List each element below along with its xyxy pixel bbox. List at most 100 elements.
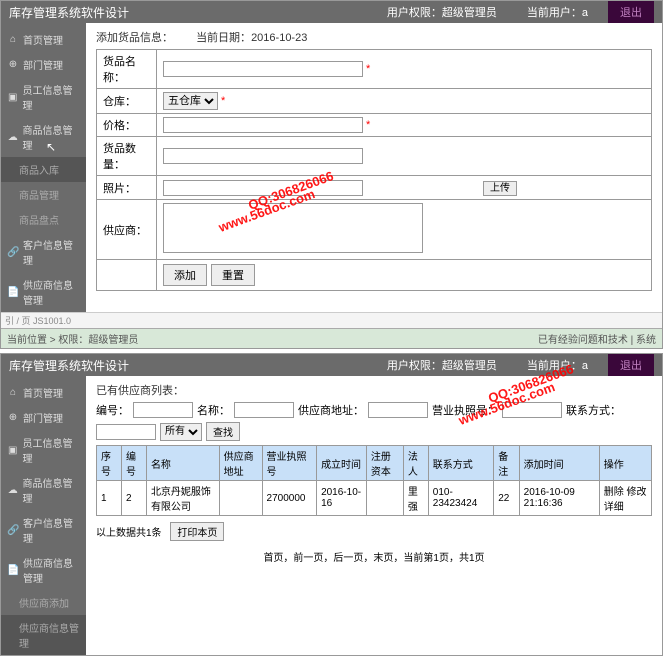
document-icon: 📄: [7, 287, 19, 298]
input-price[interactable]: [163, 117, 363, 133]
select-warehouse[interactable]: 五仓库: [163, 92, 218, 110]
sidebar-item-label: 商品管理: [19, 187, 59, 202]
sidebar-item-label: 首页管理: [23, 32, 63, 47]
sidebar-item-label: 供应商信息管理: [23, 277, 80, 307]
cell-name: 北京丹妮服饰有限公司: [146, 481, 219, 516]
permission-label: 用户权限：超级管理员: [387, 357, 497, 373]
sidebar-item-label: 商品盘点: [19, 212, 59, 227]
search-bar: 编号： 名称： 供应商地址： 营业执照号： 联系方式： 所有 查找: [96, 402, 652, 441]
cell-addtime: 2016-10-09 21:16:36: [519, 481, 599, 516]
cell-no: 2: [121, 481, 146, 516]
status-bar: 引 / 页 JS1001.0: [1, 312, 662, 328]
current-user-label: 当前用户：a: [527, 357, 588, 373]
link-icon: 🔗: [7, 247, 19, 258]
sidebar-item-product[interactable]: ☁商品信息管理: [1, 117, 86, 157]
body-area: ⌂首页管理 ⊕部门管理 ▣ 员工信息管理 ☁商品信息管理 🔗 客户信息管理 📄供应商…: [1, 376, 662, 655]
link-icon: 🔗: [7, 525, 19, 536]
supplier-table: 序号 编号 名称 供应商地址 营业执照号 成立时间 注册资本 法人 联系方式 备…: [96, 445, 652, 516]
section-title-text: 添加货品信息：: [96, 32, 173, 44]
input-count[interactable]: [163, 148, 363, 164]
upload-button[interactable]: 上传: [483, 181, 517, 196]
th-remark: 备注: [494, 446, 519, 481]
app-title: 库存管理系统软件设计: [9, 4, 387, 21]
current-user-label: 当前用户：a: [527, 4, 588, 20]
th-addtime: 添加时间: [519, 446, 599, 481]
sidebar-item-supplier-manage[interactable]: 供应商信息管理: [1, 615, 86, 655]
th-name: 名称: [146, 446, 219, 481]
sidebar-item-home[interactable]: ⌂首页管理: [1, 380, 86, 405]
exit-button[interactable]: 退出: [608, 1, 654, 23]
sidebar-item-label: 商品信息管理: [23, 122, 81, 152]
sidebar-item-label: 供应商信息管理: [23, 555, 80, 585]
textarea-supplier[interactable]: [163, 203, 423, 253]
sidebar-item-supplier[interactable]: 📄 供应商信息管理: [1, 272, 86, 312]
sidebar-item-label: 员工信息管理: [23, 435, 81, 465]
pager[interactable]: 首页，前一页，后一页，末页，当前第1页，共1页: [96, 549, 652, 564]
label-name: 货品名称：: [97, 50, 157, 89]
card-icon: ▣: [7, 445, 19, 456]
home-icon: ⌂: [7, 34, 19, 45]
form-table: 货品名称：* 仓库：五仓库* 价格：* 货品数量： 照片：上传 供应商： 添加重…: [96, 49, 652, 291]
search-button[interactable]: 查找: [206, 422, 240, 441]
sidebar-item-dept[interactable]: ⊕部门管理: [1, 405, 86, 430]
search-input-license[interactable]: [502, 402, 562, 418]
body-area: ⌂ 首页管理 ⊕ 部门管理 ▣员工信息管理 ☁商品信息管理 商品入库 商品管理 商品…: [1, 23, 662, 312]
sidebar-item-staff[interactable]: ▣员工信息管理: [1, 77, 86, 117]
total-count: 以上数据共1条: [96, 528, 162, 539]
label-supplier: 供应商：: [97, 200, 157, 260]
globe-icon: ⊕: [7, 59, 19, 70]
sidebar-item-prodmanage[interactable]: 商品管理: [1, 182, 86, 207]
search-select-all[interactable]: 所有: [160, 423, 202, 441]
sidebar-item-label: 部门管理: [23, 410, 63, 425]
below-table: 以上数据共1条 打印本页: [96, 522, 652, 541]
app-panel-supplier-list: 库存管理系统软件设计 用户权限：超级管理员 当前用户：a 退出 ⌂首页管理 ⊕部…: [0, 353, 663, 656]
footer-bar: 当前位置 > 权限：超级管理员 已有经验问题和技术 | 系统: [1, 328, 662, 348]
cell-seq: 1: [97, 481, 122, 516]
label-photo: 照片：: [97, 176, 157, 200]
sidebar-item-customer[interactable]: 🔗客户信息管理: [1, 232, 86, 272]
permission-label: 用户权限：超级管理员: [387, 4, 497, 20]
search-input-addr[interactable]: [368, 402, 428, 418]
app-header: 库存管理系统软件设计 用户权限：超级管理员 当前用户：a 退出: [1, 354, 662, 376]
sidebar-item-supplier[interactable]: 📄供应商信息管理: [1, 550, 86, 590]
sidebar-item-staff[interactable]: ▣ 员工信息管理: [1, 430, 86, 470]
sidebar-item-stocktake[interactable]: 商品盘点: [1, 207, 86, 232]
section-title: 添加货品信息： 当前日期：2016-10-23: [96, 29, 652, 45]
sidebar: ⌂首页管理 ⊕部门管理 ▣ 员工信息管理 ☁商品信息管理 🔗 客户信息管理 📄供应商…: [1, 376, 86, 655]
sidebar-item-stockin[interactable]: 商品入库: [1, 157, 86, 182]
reset-button[interactable]: 重置: [211, 264, 255, 286]
exit-button[interactable]: 退出: [608, 354, 654, 376]
table-header-row: 序号 编号 名称 供应商地址 营业执照号 成立时间 注册资本 法人 联系方式 备…: [97, 446, 652, 481]
sidebar-item-dept[interactable]: ⊕ 部门管理: [1, 52, 86, 77]
list-title: 已有供应商列表：: [96, 382, 652, 398]
print-button[interactable]: 打印本页: [170, 522, 224, 541]
home-icon: ⌂: [7, 387, 19, 398]
label-count: 货品数量：: [97, 137, 157, 176]
sidebar-item-product[interactable]: ☁商品信息管理: [1, 470, 86, 510]
sidebar-item-label: 部门管理: [23, 57, 63, 72]
search-label-contact: 联系方式：: [566, 402, 621, 418]
sidebar-item-customer[interactable]: 🔗 客户信息管理: [1, 510, 86, 550]
sidebar-item-label: 员工信息管理: [23, 82, 81, 112]
th-founded: 成立时间: [317, 446, 367, 481]
table-row[interactable]: 1 2 北京丹妮服饰有限公司 2700000 2016-10-16 里强 010…: [97, 481, 652, 516]
input-photo[interactable]: [163, 180, 363, 196]
search-input-contact[interactable]: [96, 424, 156, 440]
input-name[interactable]: [163, 61, 363, 77]
add-button[interactable]: 添加: [163, 264, 207, 286]
sidebar: ⌂ 首页管理 ⊕ 部门管理 ▣员工信息管理 ☁商品信息管理 商品入库 商品管理 商品…: [1, 23, 86, 312]
cell-ops[interactable]: 删除 修改 详细: [599, 481, 651, 516]
cell-addr: [219, 481, 262, 516]
th-capital: 注册资本: [366, 446, 403, 481]
required-mark: *: [221, 95, 225, 107]
search-input-name[interactable]: [234, 402, 294, 418]
th-ops: 操作: [599, 446, 651, 481]
search-input-no[interactable]: [133, 402, 193, 418]
sidebar-item-home[interactable]: ⌂ 首页管理: [1, 27, 86, 52]
cell-founded: 2016-10-16: [317, 481, 367, 516]
cell-contact: 010-23423424: [428, 481, 493, 516]
search-label-addr: 供应商地址：: [298, 402, 364, 418]
sidebar-item-label: 客户信息管理: [23, 515, 80, 545]
label-warehouse: 仓库：: [97, 89, 157, 114]
sidebar-item-supplier-add[interactable]: 供应商添加: [1, 590, 86, 615]
